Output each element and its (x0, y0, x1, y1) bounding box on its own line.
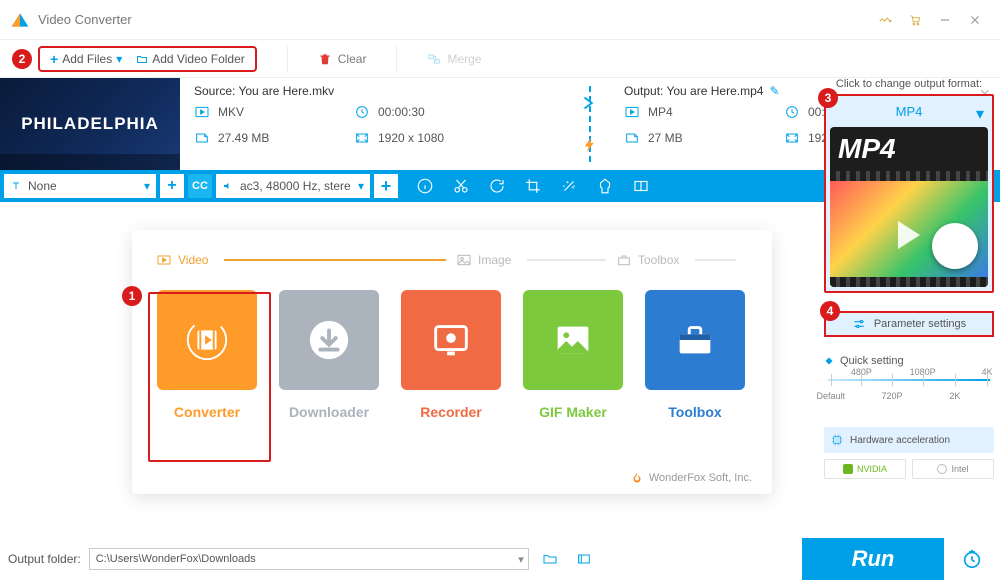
quick-setting: Quick setting 480P 1080P 4K Default 720P… (824, 355, 994, 413)
chevron-down-icon: ▾ (116, 52, 122, 66)
tool-downloader[interactable]: Downloader (278, 290, 380, 420)
chevron-down-icon: ▾ (144, 179, 150, 193)
video-format-icon (624, 104, 640, 120)
tool-recorder[interactable]: Recorder (400, 290, 502, 420)
intel-badge: Intel (912, 459, 994, 479)
tab-image[interactable]: Image (456, 252, 606, 268)
edit-name-icon[interactable]: ✎ (769, 84, 779, 98)
callout-badge-1: 1 (122, 286, 142, 306)
bottom-bar: Output folder: C:\Users\WonderFox\Downlo… (0, 538, 1000, 580)
text-icon (10, 180, 22, 192)
dimensions-icon (784, 130, 800, 146)
sliders-icon (852, 317, 866, 331)
subtitle-select[interactable]: None ▾ (4, 174, 156, 198)
tool-gifmaker[interactable]: GIF Maker (522, 290, 624, 420)
open-folder-button[interactable] (571, 548, 597, 570)
add-subtitle-button[interactable]: + (160, 174, 184, 198)
trash-icon (318, 52, 332, 66)
rotate-icon[interactable] (482, 171, 512, 201)
callout-badge-4: 4 (820, 301, 840, 321)
source-label: Source: You are Here.mkv (194, 84, 556, 98)
app-logo-icon (10, 10, 30, 30)
format-hint: Click to change output format: (824, 78, 994, 90)
source-info: Source: You are Here.mkv MKV 00:00:30 27… (180, 78, 570, 170)
cut-icon[interactable] (446, 171, 476, 201)
format-thumbnail: MP4 (830, 127, 988, 287)
filesize-icon (194, 130, 210, 146)
add-audio-button[interactable]: + (374, 174, 398, 198)
split-icon[interactable] (626, 171, 656, 201)
video-thumbnail[interactable]: PHILADELPHIA (0, 78, 180, 170)
tab-video[interactable]: Video (156, 252, 446, 268)
watermark-icon[interactable] (590, 171, 620, 201)
output-folder-label: Output folder: (8, 552, 81, 566)
schedule-button[interactable] (952, 539, 992, 579)
hardware-accel-button[interactable]: Hardware acceleration (824, 427, 994, 453)
browse-folder-button[interactable] (537, 548, 563, 570)
add-files-button[interactable]: + Add Files ▾ (46, 51, 126, 67)
dimensions-icon (354, 130, 370, 146)
minimize-button[interactable] (930, 5, 960, 35)
tab-toolbox[interactable]: Toolbox (616, 252, 736, 268)
effects-icon[interactable] (554, 171, 584, 201)
audio-select[interactable]: ac3, 48000 Hz, stere ▾ (216, 174, 370, 198)
chevron-down-icon: ▾ (976, 104, 984, 124)
tool-converter[interactable]: Converter (156, 290, 258, 420)
speaker-icon (222, 180, 234, 192)
tool-toolbox[interactable]: Toolbox (644, 290, 746, 420)
clock-icon (784, 104, 800, 120)
panel-footer: WonderFox Soft, Inc. (631, 472, 752, 484)
output-folder-path[interactable]: C:\Users\WonderFox\Downloads ▾ (89, 548, 529, 570)
close-button[interactable] (960, 5, 990, 35)
chip-icon (830, 433, 844, 447)
cc-button[interactable]: CC (188, 174, 212, 198)
lightning-icon (581, 136, 599, 154)
flame-icon (631, 472, 643, 484)
play-icon (898, 221, 920, 249)
callout-badge-2: 2 (12, 49, 32, 69)
parameter-settings-button[interactable]: 4 Parameter settings (824, 311, 994, 337)
main-toolbar: 2 + Add Files ▾ Add Video Folder Clear M… (0, 40, 1000, 78)
nvidia-badge: NVIDIA (824, 459, 906, 479)
info-icon[interactable] (410, 171, 440, 201)
chevron-down-icon: ▾ (358, 179, 364, 193)
filesize-icon (624, 130, 640, 146)
plus-icon: + (50, 51, 58, 67)
output-format-panel: Click to change output format: 3 MP4 ▾ M… (824, 78, 994, 479)
conversion-arrow (570, 78, 610, 170)
diamond-icon (824, 356, 834, 366)
add-folder-button[interactable]: Add Video Folder (132, 52, 249, 66)
upgrade-icon[interactable] (870, 5, 900, 35)
title-bar: Video Converter (0, 0, 1000, 40)
app-title: Video Converter (38, 12, 132, 27)
callout-badge-3: 3 (818, 88, 838, 108)
add-group: + Add Files ▾ Add Video Folder (38, 46, 257, 72)
folder-icon (136, 53, 148, 65)
merge-icon (427, 52, 441, 66)
tool-panel: Video Image Toolbox Converter Downloader… (132, 230, 772, 494)
clock-icon (354, 104, 370, 120)
chevron-down-icon: ▾ (518, 553, 524, 566)
run-button[interactable]: Run (802, 538, 944, 580)
format-selector[interactable]: 3 MP4 ▾ MP4 (824, 94, 994, 293)
clear-button[interactable]: Clear (318, 52, 367, 66)
cart-icon[interactable] (900, 5, 930, 35)
arrow-right-icon (579, 92, 601, 114)
video-format-icon (194, 104, 210, 120)
merge-button[interactable]: Merge (427, 52, 481, 66)
quality-slider[interactable]: 480P 1080P 4K Default 720P 2K (824, 379, 994, 413)
crop-icon[interactable] (518, 171, 548, 201)
